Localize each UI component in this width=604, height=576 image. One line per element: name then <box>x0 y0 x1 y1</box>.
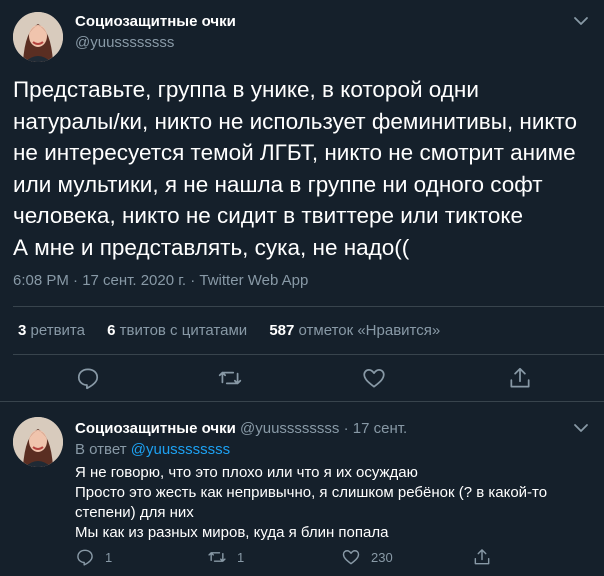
like-count: 230 <box>371 549 393 565</box>
reply-icon[interactable] <box>75 365 101 391</box>
retweet-action[interactable]: 1 <box>207 546 244 568</box>
author-handle[interactable]: @yuussssssss <box>75 34 174 51</box>
quotes-label: твитов с цитатами <box>119 322 248 339</box>
reply-text-line: Я не говорю, что это плохо или что я их … <box>75 464 418 481</box>
like-action[interactable]: 230 <box>341 546 393 568</box>
reply-text: Я не говорю, что это плохо или что я их … <box>75 463 595 543</box>
author-handle-date[interactable]: @yuussssssss · 17 сент. <box>240 420 407 437</box>
retweet-icon[interactable] <box>207 547 227 567</box>
avatar-image <box>13 12 63 62</box>
reply-count: 1 <box>105 549 113 565</box>
quotes-stat[interactable]: 6 твитов с цитатами <box>107 322 247 339</box>
tweet-stats: 3 ретвита 6 твитов с цитатами 587 отмето… <box>18 322 454 339</box>
retweet-count: 1 <box>237 549 245 565</box>
tweet-text-line: натуралы/ки, никто не использует феминит… <box>13 108 578 134</box>
share-icon[interactable] <box>472 547 492 567</box>
tweet-text-line: человека, никто не сидит в твиттере или … <box>13 203 523 228</box>
likes-stat[interactable]: 587 отметок «Нравится» <box>269 322 440 339</box>
reply-to-prefix: В ответ <box>75 441 127 458</box>
like-icon[interactable] <box>361 365 387 391</box>
tweet-text-line: не интересуется темой ЛГБТ, никто не смо… <box>13 140 576 165</box>
reply-text-line: Просто это жесть как непривычно, я слишк… <box>75 484 548 501</box>
retweets-count: 3 <box>18 322 27 339</box>
reply-header: Социозащитные очки @yuussssssss · 17 сен… <box>75 420 407 437</box>
tweet-text-line: Представьте, группа в унике, в которой о… <box>13 77 479 102</box>
reply-tweet[interactable]: Социозащитные очки @yuussssssss · 17 сен… <box>0 403 604 576</box>
reply-text-line: степени) для них <box>75 504 194 521</box>
chevron-down-icon[interactable] <box>572 419 590 437</box>
likes-label: отметок «Нравится» <box>298 322 441 339</box>
retweets-stat[interactable]: 3 ретвита <box>18 322 85 339</box>
tweet-text-line: А мне и представлять, сука, не надо(( <box>13 234 410 260</box>
tweet-text: Представьте, группа в унике, в которой о… <box>13 74 593 263</box>
retweet-icon[interactable] <box>217 365 243 391</box>
avatar[interactable] <box>13 417 63 467</box>
divider <box>13 354 604 355</box>
tweet-actions <box>0 365 604 395</box>
reply-text-line: Мы как из разных миров, куда я блин попа… <box>75 524 389 541</box>
reply-action[interactable]: 1 <box>75 546 112 568</box>
tweet-timestamp[interactable]: 6:08 PM · 17 сент. 2020 г. · Twitter Web… <box>13 272 308 289</box>
like-icon[interactable] <box>341 547 361 567</box>
avatar-image <box>13 417 63 467</box>
reply-icon[interactable] <box>75 547 95 567</box>
share-action[interactable] <box>472 546 492 568</box>
main-tweet: Социозащитные очки @yuussssssss Представ… <box>0 0 604 402</box>
reply-to-link[interactable]: @yuussssssss <box>131 441 230 458</box>
avatar[interactable] <box>13 12 63 62</box>
tweet-text-line: или мультики, я не нашла в группе ни одн… <box>13 171 543 197</box>
chevron-down-icon[interactable] <box>572 12 590 30</box>
author-name[interactable]: Социозащитные очки <box>75 420 236 437</box>
divider <box>13 306 604 307</box>
share-icon[interactable] <box>507 365 533 391</box>
divider <box>0 401 604 402</box>
quotes-count: 6 <box>107 322 116 339</box>
likes-count: 587 <box>269 322 295 339</box>
reply-actions: 1 1 230 <box>0 546 604 570</box>
retweets-label: ретвита <box>30 322 85 339</box>
author-name[interactable]: Социозащитные очки <box>75 13 236 30</box>
reply-to: В ответ @yuussssssss <box>75 441 230 458</box>
